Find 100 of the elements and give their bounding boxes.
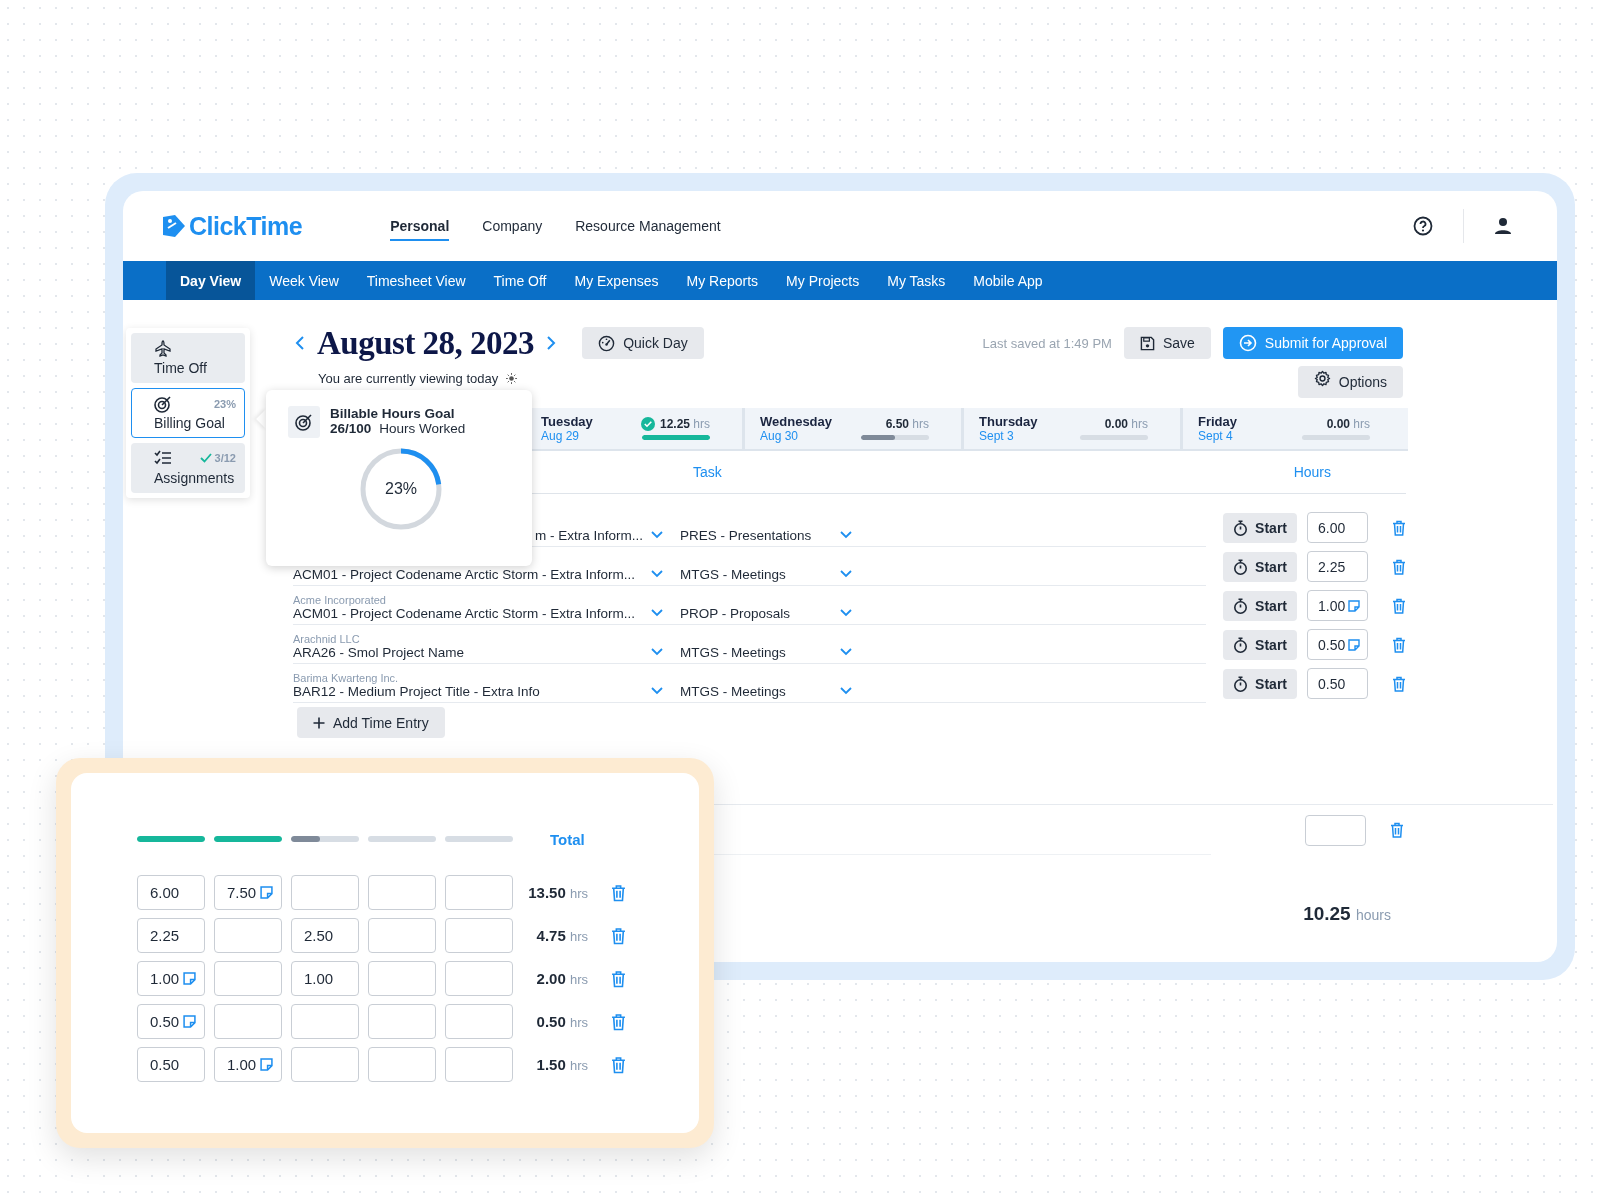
add-time-entry-button[interactable]: Add Time Entry — [297, 707, 445, 738]
top-tab[interactable]: Personal — [390, 211, 450, 241]
trash-icon[interactable] — [611, 926, 626, 945]
chevron-down-icon[interactable] — [651, 570, 663, 578]
side-panel-item[interactable]: 23% Billing Goal — [131, 388, 245, 438]
hours-field[interactable] — [368, 961, 436, 996]
options-button[interactable]: Options — [1297, 366, 1403, 398]
trash-icon[interactable] — [611, 883, 626, 902]
top-tab[interactable]: Company — [482, 211, 543, 241]
hours-field[interactable]: 0.50 — [1307, 668, 1368, 699]
chevron-right-icon[interactable] — [546, 335, 557, 351]
start-timer-button[interactable]: Start — [1223, 512, 1297, 543]
day-name[interactable]: Friday — [1198, 414, 1237, 429]
hours-field[interactable]: 1.00 — [214, 1047, 282, 1082]
chevron-down-icon[interactable] — [651, 687, 663, 695]
nav-tab[interactable]: My Expenses — [560, 261, 673, 300]
hours-field[interactable] — [291, 1004, 359, 1039]
save-button[interactable]: Save — [1123, 327, 1211, 359]
nav-tab[interactable]: Mobile App — [959, 261, 1057, 300]
hours-field[interactable]: 6.00 — [137, 875, 205, 910]
settings-icon — [1313, 369, 1331, 387]
hours-field[interactable]: 7.50 — [214, 875, 282, 910]
nav-tab[interactable]: Timesheet View — [352, 261, 480, 300]
check-icon — [199, 453, 212, 463]
project-select[interactable]: ARA26 - Smol Project Name — [293, 645, 643, 660]
hours-field[interactable]: 1.00 — [137, 961, 205, 996]
hours-field[interactable] — [445, 875, 513, 910]
hours-field[interactable] — [214, 918, 282, 953]
day-name[interactable]: Tuesday — [541, 414, 593, 429]
start-timer-button[interactable]: Start — [1223, 668, 1297, 699]
start-timer-button[interactable]: Start — [1223, 590, 1297, 621]
trash-icon[interactable] — [1392, 597, 1406, 614]
help-icon[interactable] — [1413, 216, 1433, 236]
chevron-down-icon[interactable] — [651, 531, 663, 539]
trash-icon[interactable] — [611, 1055, 626, 1074]
trash-icon[interactable] — [1392, 519, 1406, 536]
task-select[interactable]: MTGS - Meetings — [680, 684, 786, 699]
hours-field[interactable] — [445, 918, 513, 953]
hours-field[interactable]: 2.25 — [1307, 551, 1368, 582]
hours-field[interactable]: 0.50 — [137, 1047, 205, 1082]
start-timer-button[interactable]: Start — [1223, 629, 1297, 660]
hours-field[interactable] — [445, 1004, 513, 1039]
chevron-left-icon[interactable] — [295, 335, 305, 351]
note-icon — [183, 1015, 197, 1028]
top-tab[interactable]: Resource Management — [575, 211, 721, 241]
task-select[interactable]: MTGS - Meetings — [680, 567, 786, 582]
note-icon — [183, 972, 197, 985]
chevron-down-icon[interactable] — [840, 687, 852, 695]
hours-field[interactable] — [368, 1047, 436, 1082]
nav-tab[interactable]: My Projects — [772, 261, 874, 300]
chevron-down-icon[interactable] — [840, 570, 852, 578]
trash-icon[interactable] — [1392, 636, 1406, 653]
hours-field[interactable]: 2.50 — [291, 918, 359, 953]
chevron-down-icon[interactable] — [840, 531, 852, 539]
nav-tab[interactable]: Time Off — [479, 261, 561, 300]
hours-field[interactable] — [1305, 814, 1366, 846]
trash-icon[interactable] — [611, 1012, 626, 1031]
trash-icon[interactable] — [1392, 675, 1406, 692]
project-select[interactable]: ACM01 - Project Codename Arctic Storm - Extra Inform... — [293, 606, 643, 621]
project-select[interactable]: BAR12 - Medium Project Title - Extra Info — [293, 684, 643, 699]
task-select[interactable]: PRES - Presentations — [680, 528, 812, 543]
day-name[interactable]: Thursday — [979, 414, 1038, 429]
hours-field[interactable] — [214, 1004, 282, 1039]
nav-tab[interactable]: My Tasks — [873, 261, 960, 300]
nav-tab[interactable]: Day View — [166, 261, 256, 300]
nav-tab[interactable]: Week View — [255, 261, 353, 300]
hours-field[interactable]: 6.00 — [1307, 512, 1368, 543]
user-icon[interactable] — [1494, 217, 1512, 235]
hours-field[interactable] — [368, 1004, 436, 1039]
quick-day-button[interactable]: Quick Day — [582, 327, 704, 359]
stopwatch-icon — [1233, 675, 1249, 692]
chevron-down-icon[interactable] — [840, 609, 852, 617]
hours-field[interactable] — [368, 875, 436, 910]
hours-field[interactable]: 2.25 — [137, 918, 205, 953]
hours-field[interactable]: 1.00 — [1307, 590, 1368, 621]
task-select[interactable]: MTGS - Meetings — [680, 645, 786, 660]
project-select[interactable]: m - Extra Inform... — [535, 528, 643, 543]
start-timer-button[interactable]: Start — [1223, 551, 1297, 582]
chevron-down-icon[interactable] — [840, 648, 852, 656]
side-panel-item[interactable]: Time Off — [131, 333, 245, 383]
hours-field[interactable] — [214, 961, 282, 996]
hours-field[interactable] — [291, 875, 359, 910]
side-panel-item[interactable]: 3/12 Assignments — [131, 443, 245, 493]
project-select[interactable]: ACM01 - Project Codename Arctic Storm - Extra Inform... — [293, 567, 643, 582]
note-icon — [260, 1058, 274, 1071]
hours-field[interactable]: 0.50 — [1307, 629, 1368, 660]
trash-icon[interactable] — [1390, 822, 1404, 838]
trash-icon[interactable] — [611, 969, 626, 988]
hours-field[interactable] — [445, 1047, 513, 1082]
hours-field[interactable]: 0.50 — [137, 1004, 205, 1039]
hours-field[interactable] — [291, 1047, 359, 1082]
hours-field[interactable] — [445, 961, 513, 996]
nav-tab[interactable]: My Reports — [672, 261, 773, 300]
trash-icon[interactable] — [1392, 558, 1406, 575]
chevron-down-icon[interactable] — [651, 609, 663, 617]
chevron-down-icon[interactable] — [651, 648, 663, 656]
hours-field[interactable]: 1.00 — [291, 961, 359, 996]
task-select[interactable]: PROP - Proposals — [680, 606, 791, 621]
hours-field[interactable] — [368, 918, 436, 953]
day-name[interactable]: Wednesday — [760, 414, 832, 429]
